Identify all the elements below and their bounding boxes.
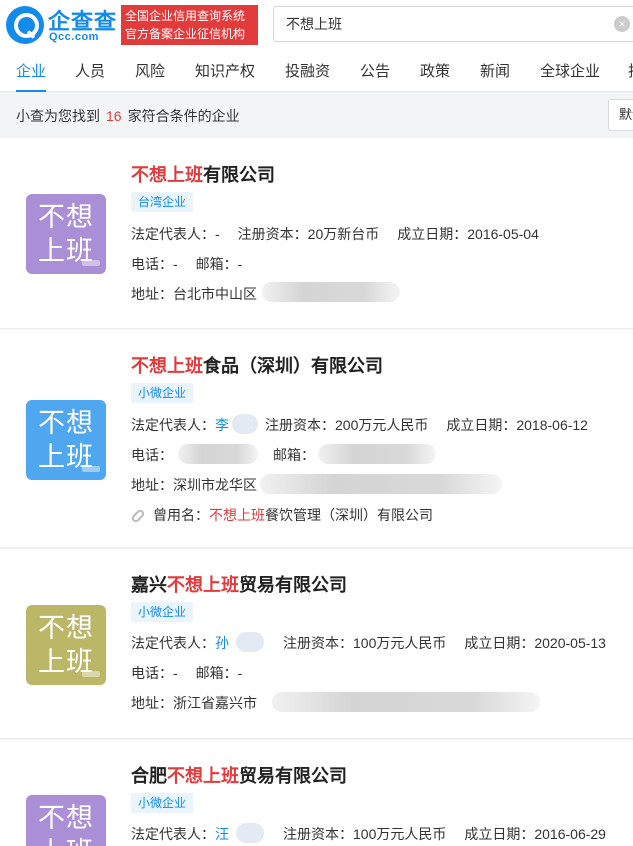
company-contact-info: 电话：- 邮箱：- xyxy=(131,256,243,272)
company-avatar: 不想上班 xyxy=(26,795,106,846)
company-card[interactable]: 不想 上班 嘉兴不想上班贸易有限公司 小微企业 法定代表人：孙 注册资本：100万元… xyxy=(0,549,633,739)
address-value: 深圳市龙华区 xyxy=(173,477,257,493)
tab-financing[interactable]: 投融资 xyxy=(285,52,330,92)
company-basic-info: 法定代表人：李 注册资本：200万元人民币 成立日期：2018-06-12 xyxy=(131,417,588,433)
result-suffix: 家符合条件的企业 xyxy=(127,108,240,124)
address-value: 浙江省嘉兴市 xyxy=(173,695,257,711)
phone-value: - xyxy=(173,665,178,681)
legal-rep-link[interactable]: 汪 xyxy=(215,826,229,842)
company-name[interactable]: 不想上班食品（深圳）有限公司 xyxy=(131,352,383,378)
company-contact-info: 电话：- 邮箱：- xyxy=(131,665,243,681)
clear-search-icon[interactable]: × xyxy=(614,16,630,32)
result-prefix: 小查为您找到 xyxy=(16,108,100,124)
tab-announcement[interactable]: 公告 xyxy=(360,52,390,92)
company-former-name: 曾用名：不想上班餐饮管理（深圳）有限公司 xyxy=(130,505,433,525)
company-card[interactable]: 不想 上班 不想上班食品（深圳）有限公司 小微企业 法定代表人：李 注册资本：200… xyxy=(0,330,633,548)
legal-rep-value: - xyxy=(215,226,220,242)
redacted-mask xyxy=(318,444,436,464)
founded-value: 2018-06-12 xyxy=(516,417,588,433)
sort-dropdown[interactable]: 默认 xyxy=(608,99,633,131)
tab-ip[interactable]: 知识产权 xyxy=(195,52,255,92)
tab-company[interactable]: 企业 xyxy=(16,52,47,92)
company-basic-info: 法定代表人：汪 注册资本：100万元人民币 成立日期：2016-06-29 xyxy=(131,826,606,842)
avatar-text: 不想上班 xyxy=(38,202,94,266)
capital-value: 100万元人民币 xyxy=(353,635,447,651)
capital-value: 200万元人民币 xyxy=(335,417,429,433)
avatar-text: 不想上班 xyxy=(38,408,94,472)
company-name[interactable]: 嘉兴不想上班贸易有限公司 xyxy=(131,571,347,597)
company-card[interactable]: 不想上班 合肥不想上班贸易有限公司 小微企业 法定代表人：汪注册资本：100万元… xyxy=(0,740,633,846)
legal-rep-link[interactable]: 孙 xyxy=(215,635,229,651)
company-card[interactable]: 不想 上班 不想上班有限公司 台湾企业 法定代表人：- 注册资本：20万新台币 成立日… xyxy=(0,138,633,329)
tab-people[interactable]: 人员 xyxy=(75,52,105,92)
redacted-mask xyxy=(272,692,540,712)
avatar-text: 不想上班 xyxy=(38,803,94,846)
redacted-mask xyxy=(236,632,264,652)
category-tabs: 企业 人员 风险 知识产权 投融资 公告 政策 新闻 全球企业 找 xyxy=(0,52,633,92)
email-value: - xyxy=(237,665,243,681)
tab-risk[interactable]: 风险 xyxy=(135,52,165,92)
redacted-mask xyxy=(236,823,264,843)
result-summary: 小查为您找到 16 家符合条件的企业 xyxy=(16,106,240,126)
company-name[interactable]: 合肥不想上班贸易有限公司 xyxy=(131,762,347,788)
company-avatar: 不想上班 xyxy=(26,605,106,685)
logo-domain: Qcc.com xyxy=(49,31,99,43)
tab-news[interactable]: 新闻 xyxy=(480,52,510,92)
redacted-mask xyxy=(260,474,502,494)
company-tag[interactable]: 台湾企业 xyxy=(131,192,194,212)
company-address: 地址：浙江省嘉兴市 xyxy=(131,695,257,711)
founded-value: 2020-05-13 xyxy=(534,635,606,651)
redacted-mask xyxy=(232,414,258,434)
avatar-text: 不想上班 xyxy=(38,613,94,677)
name-highlight: 不想上班 xyxy=(167,575,239,595)
result-count: 16 xyxy=(106,108,122,124)
search-box[interactable]: × xyxy=(273,6,633,42)
avatar-watermark-icon xyxy=(82,466,100,472)
phone-value: - xyxy=(173,256,178,272)
company-address: 地址：台北市中山区 xyxy=(131,286,257,302)
avatar-watermark-icon xyxy=(82,671,100,677)
qcc-logo-icon[interactable] xyxy=(6,6,44,44)
capital-value: 20万新台币 xyxy=(307,226,380,242)
tab-policy[interactable]: 政策 xyxy=(420,52,450,92)
redacted-mask xyxy=(262,282,400,302)
name-highlight: 不想上班 xyxy=(167,766,239,786)
company-name[interactable]: 不想上班有限公司 xyxy=(131,161,275,187)
name-highlight: 不想上班 xyxy=(131,356,203,376)
capital-value: 100万元人民币 xyxy=(353,826,447,842)
company-address: 地址：深圳市龙华区 xyxy=(131,477,257,493)
founded-value: 2016-05-04 xyxy=(467,226,539,242)
avatar-watermark-icon xyxy=(82,260,100,266)
search-input[interactable] xyxy=(274,7,604,41)
name-highlight: 不想上班 xyxy=(131,165,203,185)
slogan-line-1: 全国企业信用查询系统 xyxy=(125,9,246,23)
legal-rep-link[interactable]: 李 xyxy=(215,417,229,433)
tab-find[interactable]: 找 xyxy=(628,52,633,92)
company-tag[interactable]: 小微企业 xyxy=(131,383,194,403)
top-header: 企查查 Qcc.com 全国企业信用查询系统 官方备案企业征信机构 × xyxy=(0,0,633,52)
tab-global[interactable]: 全球企业 xyxy=(540,52,600,92)
company-basic-info: 法定代表人：孙 注册资本：100万元人民币 成立日期：2020-05-13 xyxy=(131,635,606,651)
company-tag[interactable]: 小微企业 xyxy=(131,602,194,622)
founded-value: 2016-06-29 xyxy=(534,826,606,842)
company-basic-info: 法定代表人：- 注册资本：20万新台币 成立日期：2016-05-04 xyxy=(131,226,539,242)
redacted-mask xyxy=(178,444,258,464)
company-tag[interactable]: 小微企业 xyxy=(131,793,194,813)
slogan-badge: 全国企业信用查询系统 官方备案企业征信机构 xyxy=(121,5,258,45)
slogan-line-2: 官方备案企业征信机构 xyxy=(125,27,246,41)
company-avatar: 不想上班 xyxy=(26,194,106,274)
result-summary-bar: 小查为您找到 16 家符合条件的企业 默认 xyxy=(0,94,633,136)
link-icon xyxy=(130,508,146,525)
address-value: 台北市中山区 xyxy=(173,286,257,302)
email-value: - xyxy=(237,256,243,272)
company-avatar: 不想上班 xyxy=(26,400,106,480)
